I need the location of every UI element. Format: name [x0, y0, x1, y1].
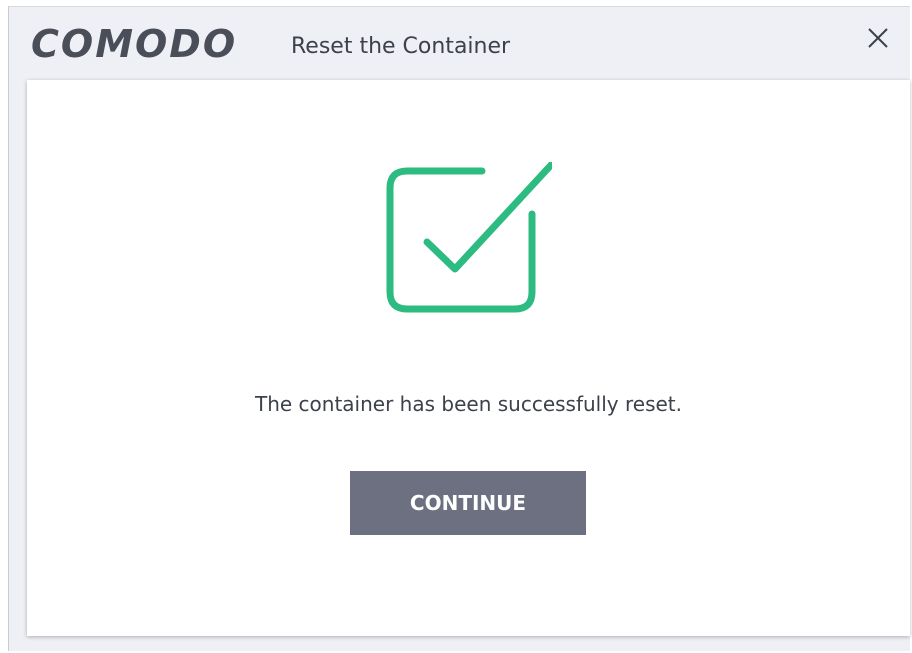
close-button[interactable]: [861, 21, 895, 55]
comodo-logo: COMODO: [31, 22, 238, 66]
dialog-content: The container has been successfully rese…: [27, 80, 910, 636]
continue-button[interactable]: CONTINUE: [350, 471, 586, 535]
close-icon: [868, 28, 888, 48]
success-message: The container has been successfully rese…: [255, 392, 682, 416]
checkbox-checked-icon: [386, 162, 552, 313]
dialog-title: Reset the Container: [291, 34, 511, 59]
reset-container-dialog: COMODO Reset the Container The container…: [8, 6, 910, 651]
dialog-titlebar: COMODO Reset the Container: [9, 7, 911, 83]
